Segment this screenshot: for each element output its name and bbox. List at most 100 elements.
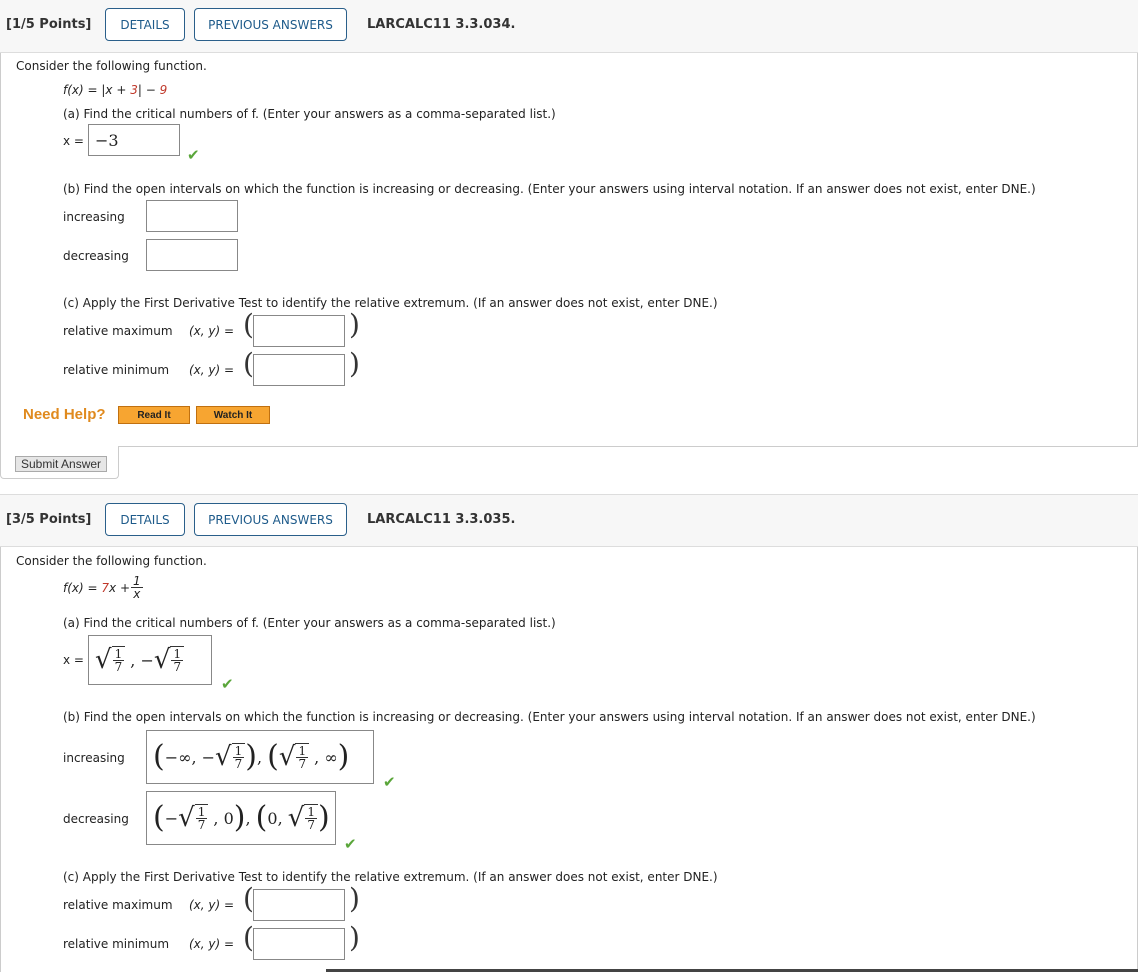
- square-root: √ 1 7: [153, 645, 185, 675]
- part-b-prompt: (b) Find the open intervals on which the…: [63, 182, 1036, 196]
- critical-numbers-input[interactable]: √ 1 7 , − √ 1 7: [88, 635, 212, 685]
- function-lhs: f(x) = |x +: [63, 83, 131, 97]
- radical-sign: √: [153, 645, 171, 675]
- relative-minimum-input[interactable]: [253, 928, 345, 960]
- part-c-prompt: (c) Apply the First Derivative Test to i…: [63, 296, 718, 310]
- relative-maximum-label: relative maximum: [63, 324, 173, 338]
- paren: (: [267, 739, 279, 774]
- increasing-input[interactable]: (−∞, − √ 1 7), (√ 1 7 , ∞): [146, 730, 374, 784]
- denominator: 7: [234, 756, 243, 771]
- increasing-label: increasing: [63, 751, 125, 765]
- part-c-prompt: (c) Apply the First Derivative Test to i…: [63, 870, 718, 884]
- critical-numbers-input[interactable]: −3: [88, 124, 180, 156]
- increasing-input[interactable]: [146, 200, 238, 232]
- relative-minimum-label: relative minimum: [63, 937, 170, 951]
- decreasing-input[interactable]: [146, 239, 238, 271]
- radicand: 17: [111, 645, 126, 674]
- question-1-body: Consider the following function. f(x) = …: [0, 53, 1138, 447]
- relative-maximum-field: ( ): [243, 308, 363, 348]
- constant: 3: [130, 83, 138, 97]
- math-text: , −: [125, 650, 154, 670]
- radicand: 17: [295, 742, 310, 771]
- radical-sign: √: [287, 803, 305, 833]
- increasing-label: increasing: [63, 210, 125, 224]
- fraction: 17: [305, 806, 317, 831]
- details-button[interactable]: DETAILS: [105, 8, 185, 41]
- radicand: 17: [231, 742, 246, 771]
- relative-minimum-field: ( ): [243, 347, 363, 387]
- decreasing-label: decreasing: [63, 812, 129, 826]
- denominator: 7: [114, 659, 123, 674]
- points: [1/5 Points]: [6, 17, 92, 32]
- submit-answer-button[interactable]: Submit Answer: [15, 456, 108, 472]
- problem-code: LARCALC11 3.3.035.: [367, 512, 516, 527]
- fraction: 1x: [131, 575, 143, 600]
- numerator: 1: [171, 646, 184, 661]
- relative-maximum-input[interactable]: [253, 889, 345, 921]
- denominator: 7: [307, 817, 315, 832]
- denominator: 7: [298, 756, 307, 771]
- relative-minimum-field: ( ): [243, 921, 363, 961]
- question-2-header: [3/5 Points] DETAILS PREVIOUS ANSWERS LA…: [0, 494, 1138, 547]
- relative-maximum-field: ( ): [243, 882, 363, 922]
- denominator: 7: [197, 817, 206, 832]
- function: f(x) = 7x + 1x: [63, 575, 144, 600]
- numerator: 1: [232, 743, 245, 758]
- numerator: 1: [305, 804, 317, 819]
- fraction: 17: [171, 646, 184, 673]
- fraction: 17: [112, 646, 125, 674]
- radicand: 17: [170, 645, 185, 673]
- correct-check-icon: ✔: [187, 146, 200, 164]
- relative-maximum-label: relative maximum: [63, 898, 173, 912]
- square-root: √ 1 7: [95, 645, 126, 675]
- decreasing-label: decreasing: [63, 249, 129, 263]
- right-paren: ): [349, 921, 360, 954]
- square-root: √ 1 7: [178, 803, 209, 833]
- math-text: −: [164, 808, 179, 828]
- previous-answers-button[interactable]: PREVIOUS ANSWERS: [194, 8, 347, 41]
- correct-check-icon: ✔: [221, 675, 234, 693]
- xy-label: (x, y) =: [189, 898, 235, 912]
- read-it-button[interactable]: Read It: [118, 406, 190, 424]
- relative-maximum-input[interactable]: [253, 315, 345, 347]
- function-lhs: f(x) =: [63, 580, 98, 595]
- radicand: 17: [304, 803, 318, 831]
- math-text: −∞, −: [164, 747, 216, 767]
- paren: ): [337, 739, 350, 774]
- paren: ): [317, 800, 330, 835]
- points: [3/5 Points]: [6, 512, 92, 527]
- function-mid: | −: [137, 83, 160, 97]
- square-root: √ 1 7: [287, 803, 318, 833]
- radical-sign: √: [278, 742, 296, 772]
- numerator: 1: [195, 804, 208, 819]
- details-button[interactable]: DETAILS: [105, 503, 185, 536]
- paren: (: [153, 800, 165, 835]
- square-root: √ 1 7: [278, 742, 310, 772]
- math-text: , 0: [208, 808, 234, 828]
- x-label: x =: [63, 134, 84, 148]
- relative-minimum-input[interactable]: [253, 354, 345, 386]
- part-a-prompt: (a) Find the critical numbers of f. (Ent…: [63, 616, 556, 630]
- submit-tab: Submit Answer: [0, 446, 119, 479]
- part-a-prompt: (a) Find the critical numbers of f. (Ent…: [63, 107, 556, 121]
- paren: (: [255, 800, 268, 835]
- watch-it-button[interactable]: Watch It: [196, 406, 270, 424]
- correct-check-icon: ✔: [383, 773, 396, 791]
- numerator: 1: [112, 646, 125, 661]
- fraction: 17: [195, 804, 208, 832]
- paren: (: [153, 739, 165, 774]
- denominator: x: [133, 587, 141, 601]
- decreasing-input[interactable]: (− √ 1 7 , 0), (0, √ 1 7): [146, 791, 336, 845]
- paren: ): [233, 800, 246, 835]
- need-help-label: Need Help?: [23, 406, 106, 423]
- math-text: ,: [245, 808, 256, 828]
- math-text: , ∞: [309, 747, 338, 767]
- math-text: 0,: [267, 808, 288, 828]
- fraction: 17: [296, 745, 309, 771]
- radical-sign: √: [95, 645, 112, 675]
- math-text: ,: [256, 747, 268, 767]
- radical-sign: √: [178, 803, 195, 833]
- square-root: √ 1 7: [215, 742, 246, 771]
- previous-answers-button[interactable]: PREVIOUS ANSWERS: [194, 503, 347, 536]
- correct-check-icon: ✔: [344, 835, 357, 853]
